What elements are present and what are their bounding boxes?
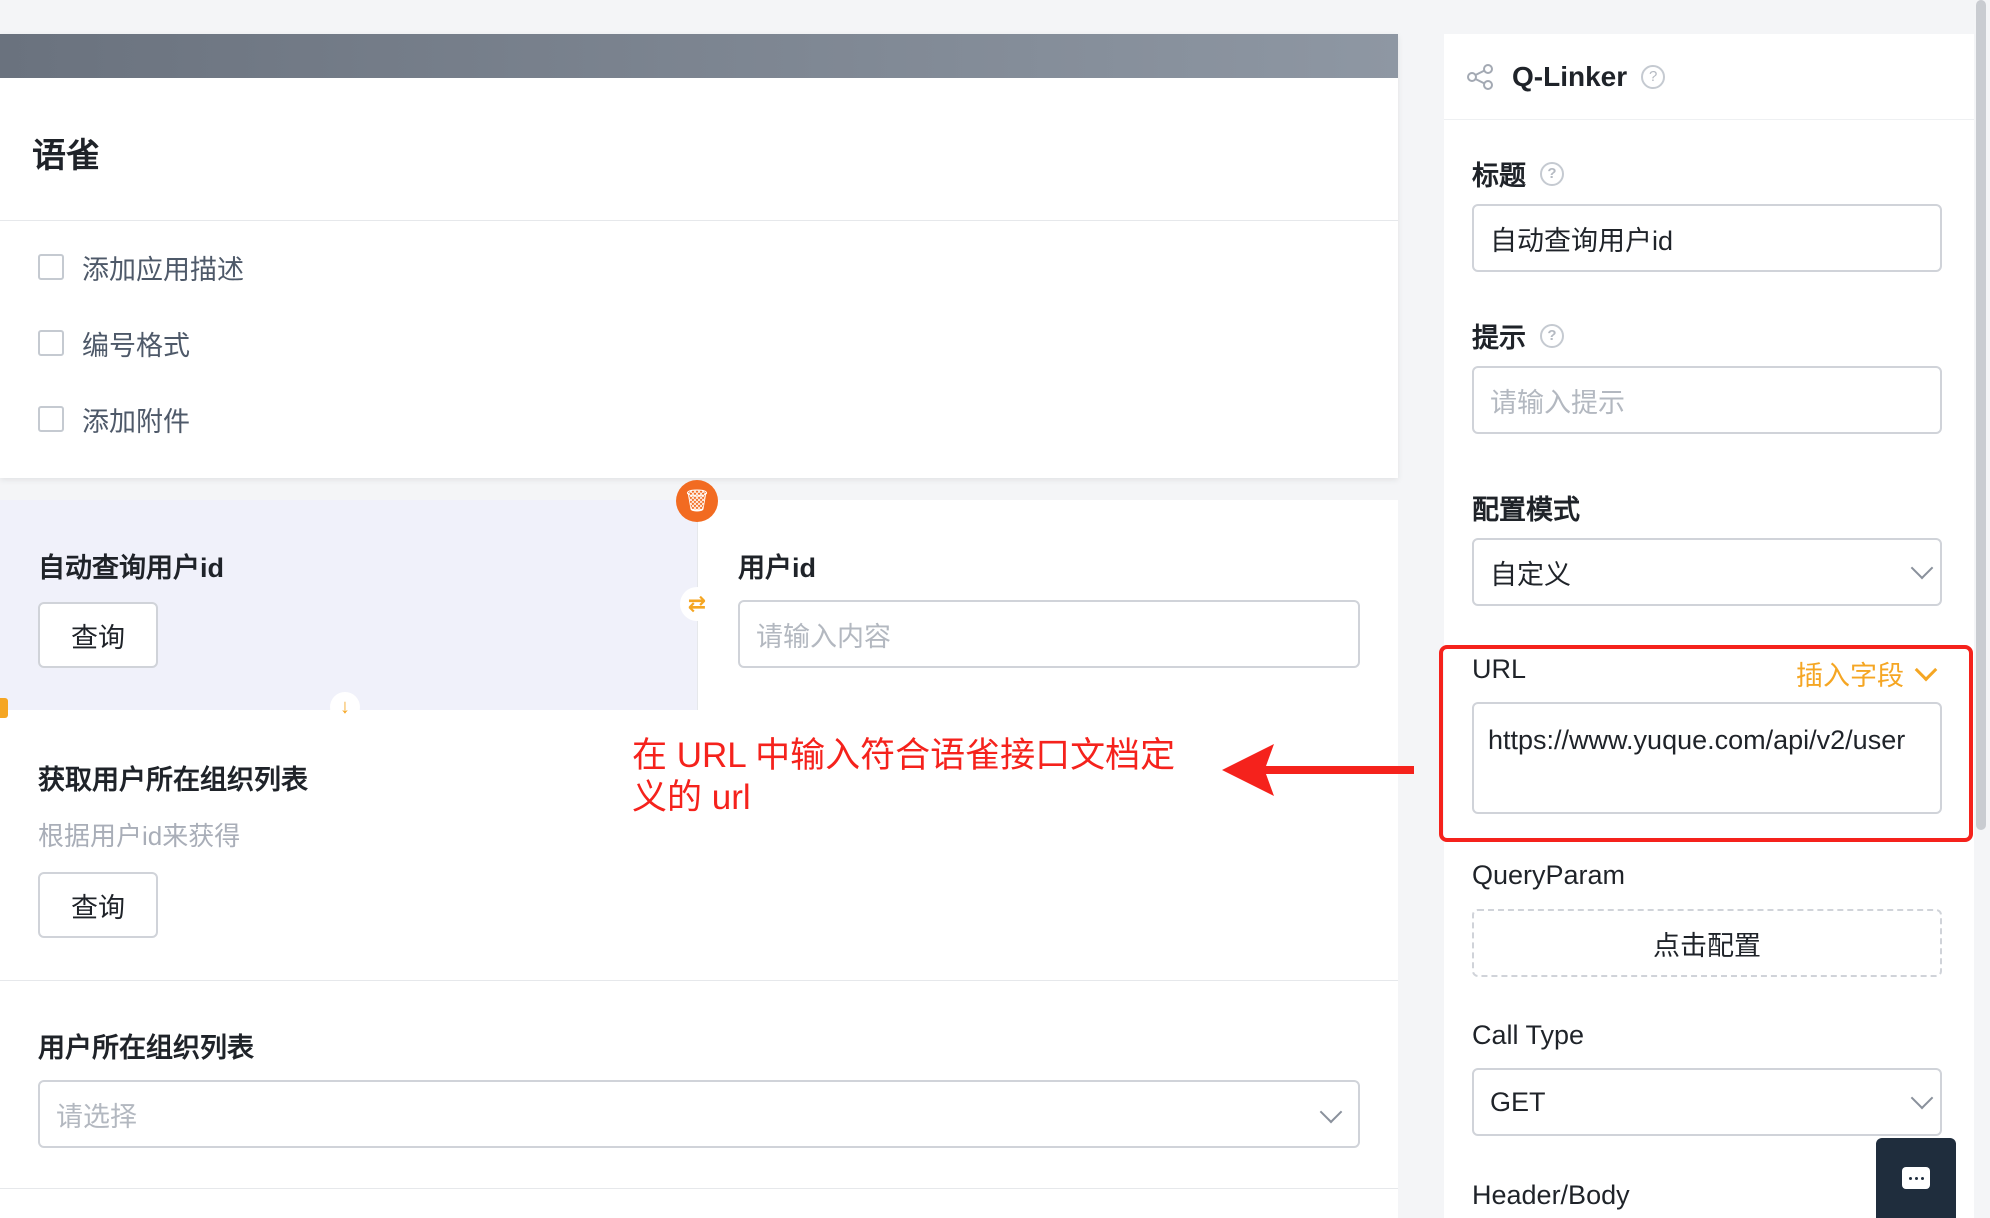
org-list-select[interactable]: 请选择 (38, 1080, 1360, 1148)
hint-input[interactable]: 请输入提示 (1472, 366, 1942, 434)
add-attachment-label: 添加附件 (82, 406, 190, 437)
field-label: 获取用户所在组织列表 (38, 765, 308, 795)
call-type-select[interactable]: GET (1472, 1068, 1942, 1136)
mode-select[interactable]: 自定义 (1472, 538, 1942, 606)
help-icon[interactable]: ? (1641, 64, 1666, 89)
title-input[interactable]: 自动查询用户id (1472, 204, 1942, 272)
query-button[interactable]: 查询 (38, 602, 158, 668)
chat-icon (1902, 1167, 1930, 1189)
move-down-button[interactable]: ↓ (330, 692, 360, 722)
title-label: 标题 ? (1472, 154, 1564, 193)
help-icon[interactable]: ? (1540, 161, 1564, 186)
attachment-icon (38, 406, 64, 432)
field-label: 自动查询用户id (38, 553, 224, 583)
scrollbar[interactable] (1976, 0, 1986, 830)
header-body-label: Header/Body (1472, 1180, 1630, 1210)
panel-title: Q-Linker (1512, 60, 1628, 92)
add-attachment-item[interactable]: 添加附件 (0, 381, 1398, 457)
numbering-icon (38, 330, 64, 356)
add-description-label: 添加应用描述 (82, 254, 244, 285)
annotation-arrow-icon (1222, 744, 1414, 796)
field-auto-query-user-id[interactable]: 自动查询用户id 查询 (0, 500, 697, 710)
panel-header: Q-Linker ? (1444, 34, 1974, 120)
app-header-bar (0, 34, 1398, 78)
user-id-input[interactable]: 请输入内容 (738, 600, 1360, 668)
config-panel: Q-Linker ? 标题 ? 自动查询用户id 提示 ? 请输入提示 配置模式… (1444, 34, 1974, 1218)
help-icon[interactable]: ? (1540, 323, 1564, 348)
trash-icon: 🗑 (683, 488, 711, 513)
title-label-text: 标题 (1472, 161, 1526, 191)
mode-select-value: 自定义 (1490, 559, 1571, 590)
app-title: 语雀 (0, 78, 1398, 221)
drag-handle[interactable] (0, 698, 8, 718)
call-type-label: Call Type (1472, 1020, 1585, 1050)
chat-button[interactable] (1876, 1138, 1956, 1218)
field-user-id[interactable]: 用户id 请输入内容 (697, 500, 1398, 710)
field-label: 用户id (738, 553, 816, 583)
numbering-format-label: 编号格式 (82, 330, 190, 361)
hint-label-text: 提示 (1472, 323, 1526, 353)
configure-query-param-button[interactable]: 点击配置 (1472, 909, 1942, 977)
app-info-card: 语雀 添加应用描述 编号格式 添加附件 (0, 34, 1398, 478)
arrow-down-icon: ↓ (340, 695, 350, 718)
query-button[interactable]: 查询 (38, 872, 158, 938)
divider (0, 980, 1398, 981)
field-label: 用户所在组织列表 (38, 1033, 254, 1063)
annotation-highlight-box (1439, 645, 1973, 842)
mode-label: 配置模式 (1472, 495, 1580, 525)
divider (0, 1188, 1398, 1189)
app-meta-list: 添加应用描述 编号格式 添加附件 (0, 221, 1398, 457)
numbering-format-item[interactable]: 编号格式 (0, 305, 1398, 381)
delete-field-button[interactable]: 🗑 (676, 480, 718, 522)
add-description-item[interactable]: 添加应用描述 (0, 229, 1398, 305)
field-description: 根据用户id来获得 (38, 821, 241, 851)
share-node-icon (1467, 63, 1493, 90)
swap-field-button[interactable]: ⇄ (680, 587, 714, 621)
swap-icon: ⇄ (687, 591, 707, 616)
call-type-value: GET (1490, 1086, 1546, 1117)
comment-icon (38, 254, 64, 280)
hint-label: 提示 ? (1472, 316, 1564, 355)
annotation-text: 在 URL 中输入符合语雀接口文档定义的 url (632, 736, 1176, 817)
query-param-label: QueryParam (1472, 860, 1626, 890)
